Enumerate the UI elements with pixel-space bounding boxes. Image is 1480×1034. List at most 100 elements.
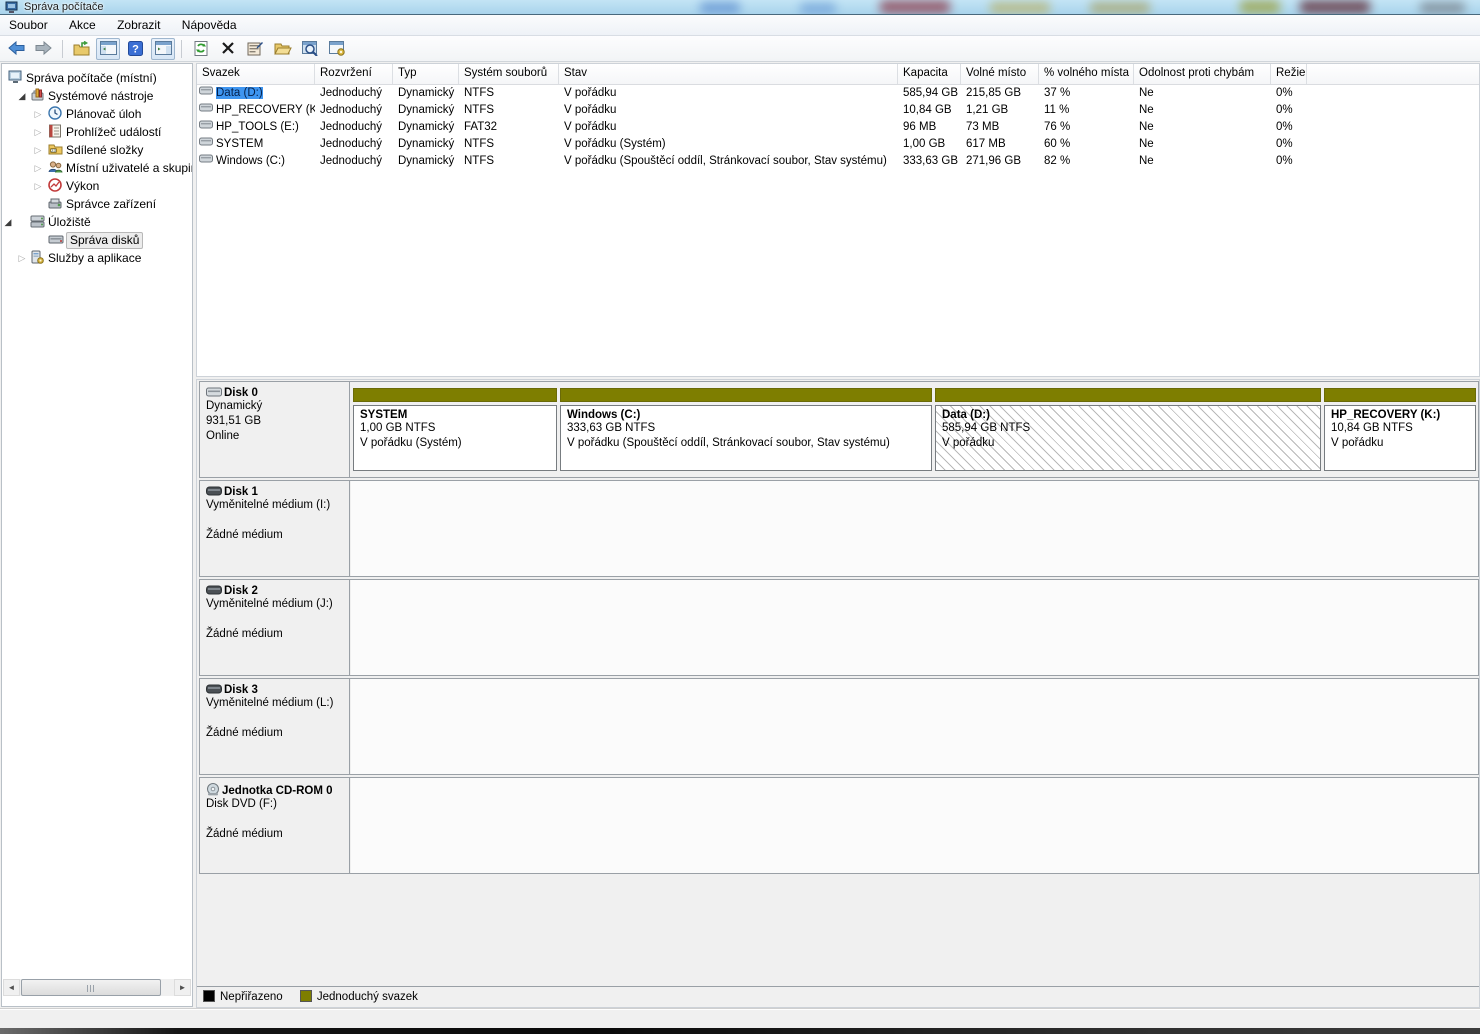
tree-item-shared-folders[interactable]: ▷ 23 Sdílené složky xyxy=(2,141,192,159)
tree-item-disk-management[interactable]: Správa disků xyxy=(2,231,192,249)
export-list-icon[interactable] xyxy=(69,38,93,60)
disk-name: Disk 1 xyxy=(224,486,258,498)
collapse-icon[interactable]: ◢ xyxy=(2,213,14,231)
cd-icon xyxy=(206,783,220,796)
menu-soubor[interactable]: Soubor xyxy=(0,15,57,36)
disk2-label[interactable]: Disk 2 Vyměnitelné médium (J:) Žádné méd… xyxy=(200,580,350,675)
tree-item-label[interactable]: Úložiště xyxy=(48,213,91,231)
volume-name[interactable]: SYSTEM xyxy=(216,138,263,150)
tree-item-performance[interactable]: ▷ Výkon xyxy=(2,177,192,195)
volume-list-header: Svazek Rozvržení Typ Systém souborů Stav… xyxy=(197,64,1479,85)
volume-icon xyxy=(199,120,213,136)
find-icon[interactable] xyxy=(298,38,322,60)
help-icon[interactable]: ? xyxy=(124,38,148,60)
volume-row-hp-recovery[interactable]: HP_RECOVERY (K:) Jednoduchý Dynamický NT… xyxy=(197,102,1479,119)
tree-item-label[interactable]: Prohlížeč událostí xyxy=(66,123,161,141)
cdrom-no-media-area[interactable] xyxy=(351,778,1478,873)
properties-icon[interactable] xyxy=(243,38,267,60)
taskbar-edge xyxy=(0,1028,1480,1034)
scroll-left-icon[interactable]: ◄ xyxy=(3,979,20,996)
tree-item-task-scheduler[interactable]: ▷ Plánovač úloh xyxy=(2,105,192,123)
tree-item-label-selected[interactable]: Správa disků xyxy=(66,232,143,249)
tree-item-storage[interactable]: ◢ Úložiště xyxy=(2,213,192,231)
column-header-svazek[interactable]: Svazek xyxy=(197,64,315,84)
volume-row-hp-tools[interactable]: HP_TOOLS (E:) Jednoduchý Dynamický FAT32… xyxy=(197,119,1479,136)
disk3-label[interactable]: Disk 3 Vyměnitelné médium (L:) Žádné méd… xyxy=(200,679,350,774)
disk-name: Disk 0 xyxy=(224,387,258,399)
cdrom-label[interactable]: Jednotka CD-ROM 0 Disk DVD (F:) Žádné mé… xyxy=(200,778,350,873)
volume-name[interactable]: HP_RECOVERY (K:) xyxy=(216,104,315,116)
partition-windows-c[interactable]: Windows (C:) 333,63 GB NTFS V pořádku (S… xyxy=(560,388,932,471)
disk1-label[interactable]: Disk 1 Vyměnitelné médium (I:) Žádné méd… xyxy=(200,481,350,576)
column-header-volne-misto[interactable]: Volné místo xyxy=(961,64,1039,84)
tree-item-system-tools[interactable]: ◢ Systémové nástroje xyxy=(2,87,192,105)
expand-icon[interactable]: ▷ xyxy=(32,123,44,141)
app-icon xyxy=(5,1,18,15)
volume-name-selected[interactable]: Data (D:) xyxy=(216,87,263,99)
disk2-no-media-area[interactable] xyxy=(351,580,1478,675)
disk-management-icon xyxy=(48,232,64,249)
column-header-kapacita[interactable]: Kapacita xyxy=(898,64,961,84)
column-header-pct-volneho-mista[interactable]: % volného místa xyxy=(1039,64,1134,84)
tree-item-label[interactable]: Sdílené složky xyxy=(66,141,143,159)
volume-row-data-d[interactable]: Data (D:) Jednoduchý Dynamický NTFS V po… xyxy=(197,85,1479,102)
disk-row-1: Disk 1 Vyměnitelné médium (I:) Žádné méd… xyxy=(199,480,1479,577)
tree-item-label[interactable]: Plánovač úloh xyxy=(66,105,141,123)
open-icon[interactable] xyxy=(271,38,295,60)
menu-akce[interactable]: Akce xyxy=(60,15,105,36)
expand-icon[interactable]: ▷ xyxy=(16,249,28,267)
toolbar: ? xyxy=(0,36,1480,62)
tree-item-computer-management[interactable]: Správa počítače (místní) xyxy=(2,69,192,87)
simple-volume-color-bar xyxy=(935,388,1321,402)
title-bar[interactable]: Správa počítače xyxy=(0,0,1480,15)
tree-item-label[interactable]: Správa počítače (místní) xyxy=(26,69,157,87)
menu-napoveda[interactable]: Nápověda xyxy=(173,15,246,36)
disk-name: Disk 2 xyxy=(224,585,258,597)
column-header-odolnost[interactable]: Odolnost proti chybám xyxy=(1134,64,1271,84)
column-header-stav[interactable]: Stav xyxy=(559,64,898,84)
partition-data-d-selected[interactable]: Data (D:) 585,94 GB NTFS V pořádku xyxy=(935,388,1321,471)
tree-item-device-manager[interactable]: Správce zařízení xyxy=(2,195,192,213)
refresh-icon[interactable] xyxy=(189,38,213,60)
volume-name[interactable]: HP_TOOLS (E:) xyxy=(216,121,299,133)
tree-item-label[interactable]: Místní uživatelé a skupiny xyxy=(66,159,192,177)
column-header-system-souboru[interactable]: Systém souborů xyxy=(459,64,559,84)
scroll-right-icon[interactable]: ► xyxy=(174,979,191,996)
partition-hp-recovery[interactable]: HP_RECOVERY (K:) 10,84 GB NTFS V pořádku xyxy=(1324,388,1476,471)
partition-system[interactable]: SYSTEM 1,00 GB NTFS V pořádku (Systém) xyxy=(353,388,557,471)
disk0-label[interactable]: Disk 0 Dynamický 931,51 GB Online xyxy=(200,382,350,477)
storage-icon xyxy=(30,214,46,231)
console-settings-icon[interactable] xyxy=(325,38,349,60)
expand-icon[interactable]: ▷ xyxy=(32,105,44,123)
column-header-rozvrzeni[interactable]: Rozvržení xyxy=(315,64,393,84)
back-icon[interactable] xyxy=(4,38,28,60)
column-header-rezie[interactable]: Režie xyxy=(1271,64,1307,84)
tree-item-services-applications[interactable]: ▷ Služby a aplikace xyxy=(2,249,192,267)
event-viewer-icon xyxy=(48,124,62,141)
delete-icon[interactable] xyxy=(216,38,240,60)
show-action-pane-icon[interactable] xyxy=(151,38,175,60)
expand-icon[interactable]: ▷ xyxy=(32,141,44,159)
tree-item-label[interactable]: Služby a aplikace xyxy=(48,249,141,267)
scrollbar-thumb[interactable] xyxy=(21,979,161,996)
expand-icon[interactable]: ▷ xyxy=(32,159,44,177)
tree-item-label[interactable]: Systémové nástroje xyxy=(48,87,153,105)
menu-zobrazit[interactable]: Zobrazit xyxy=(108,15,169,36)
volume-row-system[interactable]: SYSTEM Jednoduchý Dynamický NTFS V pořád… xyxy=(197,136,1479,153)
tree-horizontal-scrollbar[interactable]: ◄ ► xyxy=(3,979,191,996)
tree-item-label[interactable]: Správce zařízení xyxy=(66,195,156,213)
volume-name[interactable]: Windows (C:) xyxy=(216,155,285,167)
show-console-tree-icon[interactable] xyxy=(96,38,120,60)
column-header-typ[interactable]: Typ xyxy=(393,64,459,84)
disk3-no-media-area[interactable] xyxy=(351,679,1478,774)
cdrom-row: Jednotka CD-ROM 0 Disk DVD (F:) Žádné mé… xyxy=(199,777,1479,874)
disk1-no-media-area[interactable] xyxy=(351,481,1478,576)
volume-row-windows-c[interactable]: Windows (C:) Jednoduchý Dynamický NTFS V… xyxy=(197,153,1479,170)
tree-item-local-users-groups[interactable]: ▷ Místní uživatelé a skupiny xyxy=(2,159,192,177)
collapse-icon[interactable]: ◢ xyxy=(16,87,28,105)
forward-icon[interactable] xyxy=(31,38,55,60)
computer-management-window: Správa počítače Soubor Akce Zobrazit Náp… xyxy=(0,0,1480,1034)
expand-icon[interactable]: ▷ xyxy=(32,177,44,195)
tree-item-event-viewer[interactable]: ▷ Prohlížeč událostí xyxy=(2,123,192,141)
tree-item-label[interactable]: Výkon xyxy=(66,177,99,195)
